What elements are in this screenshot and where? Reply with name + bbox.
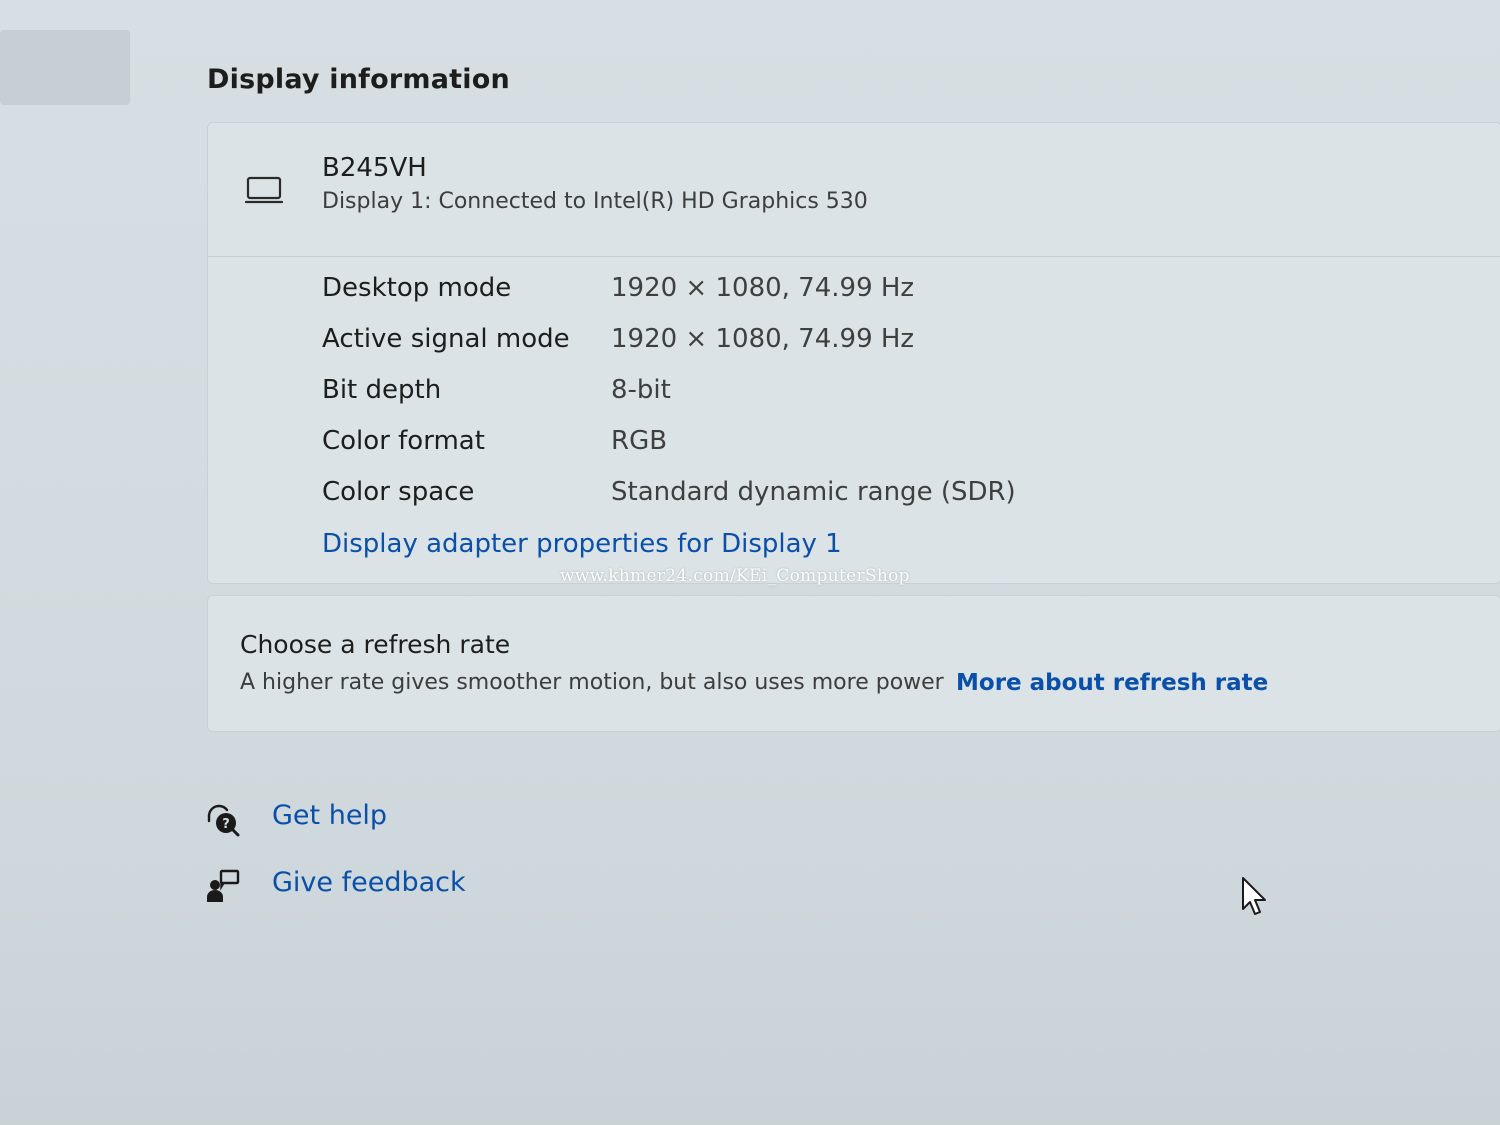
info-label: Bit depth (322, 375, 442, 405)
info-value: 1920 × 1080, 74.99 Hz (611, 324, 915, 354)
get-help-link[interactable]: ? Get help (205, 800, 605, 840)
watermark: www.khmer24.com/KEi_ComputerShop (560, 566, 910, 586)
info-value: Standard dynamic range (SDR) (611, 477, 1016, 507)
info-label: Desktop mode (322, 273, 512, 303)
refresh-rate-title: Choose a refresh rate (240, 630, 511, 659)
refresh-rate-description: A higher rate gives smoother motion, but… (240, 670, 944, 695)
display-adapter-properties-link[interactable]: Display adapter properties for Display 1 (322, 529, 842, 559)
info-label: Color format (322, 426, 485, 456)
info-row-active-signal-mode: Active signal mode 1920 × 1080, 74.99 Hz (322, 324, 1322, 364)
info-row-desktop-mode: Desktop mode 1920 × 1080, 74.99 Hz (322, 273, 1322, 313)
info-value: 8-bit (611, 375, 671, 405)
monitor-connection: Display 1: Connected to Intel(R) HD Grap… (322, 189, 868, 214)
section-title: Display information (207, 64, 510, 95)
give-feedback-link[interactable]: Give feedback (205, 867, 605, 907)
info-row-bit-depth: Bit depth 8-bit (322, 375, 1322, 415)
refresh-rate-card: Choose a refresh rate A higher rate give… (207, 595, 1500, 732)
svg-text:?: ? (222, 817, 230, 832)
info-row-color-space: Color space Standard dynamic range (SDR) (322, 477, 1322, 517)
display-info-card: B245VH Display 1: Connected to Intel(R) … (207, 122, 1500, 584)
get-help-icon: ? (207, 804, 240, 837)
info-label: Active signal mode (322, 324, 570, 354)
mouse-pointer-icon (1242, 877, 1266, 915)
more-about-refresh-rate-link[interactable]: More about refresh rate (956, 670, 1268, 696)
info-row-color-format: Color format RGB (322, 426, 1322, 466)
give-feedback-icon (207, 869, 240, 902)
give-feedback-label: Give feedback (272, 867, 466, 898)
info-value: RGB (611, 426, 668, 456)
get-help-label: Get help (272, 800, 388, 831)
monitor-icon (244, 176, 284, 204)
info-label: Color space (322, 477, 475, 507)
navigation-pane-fragment (0, 30, 130, 105)
monitor-header: B245VH Display 1: Connected to Intel(R) … (208, 123, 1500, 257)
info-value: 1920 × 1080, 74.99 Hz (611, 273, 915, 303)
monitor-name: B245VH (322, 153, 427, 183)
